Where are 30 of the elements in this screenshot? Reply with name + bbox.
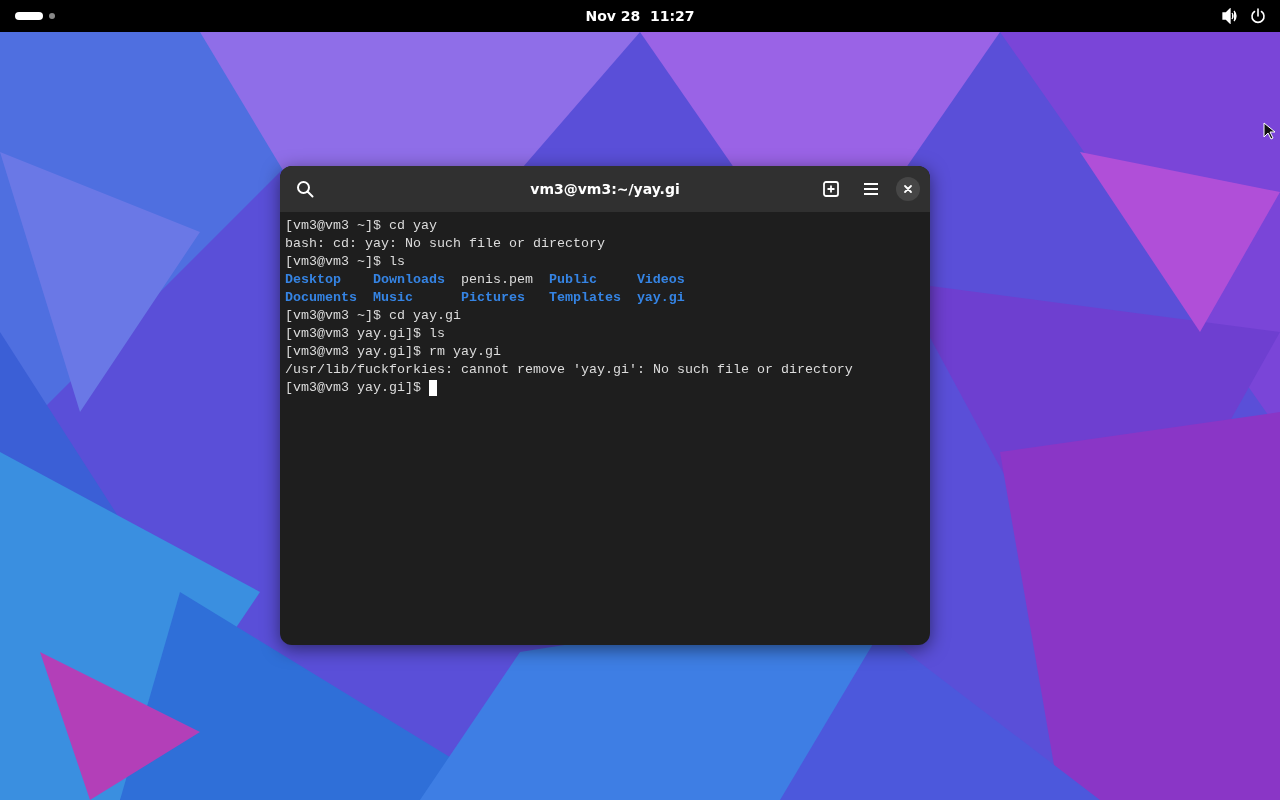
- terminal-line: bash: cd: yay: No such file or directory: [285, 235, 605, 253]
- terminal-line: [vm3@vm3 ~]$ cd yay: [285, 217, 437, 235]
- directory-name: Pictures: [460, 289, 526, 307]
- window-title: vm3@vm3:~/yay.gi: [530, 181, 680, 197]
- clock[interactable]: Nov 28 11:27: [585, 8, 695, 24]
- terminal-line: [vm3@vm3 ~]$ ls: [285, 253, 405, 271]
- search-icon: [296, 180, 314, 198]
- directory-name: Downloads: [372, 271, 446, 289]
- workspace-indicator[interactable]: [49, 13, 55, 19]
- menu-icon: [862, 180, 880, 198]
- mouse-pointer-icon: [1263, 122, 1275, 140]
- close-button[interactable]: [896, 177, 920, 201]
- speaker-icon[interactable]: [1222, 8, 1238, 24]
- terminal-line: [vm3@vm3 yay.gi]$ rm yay.gi: [285, 343, 501, 361]
- terminal-prompt: [vm3@vm3 yay.gi]$: [285, 379, 422, 397]
- directory-name: Music: [372, 289, 414, 307]
- terminal-line: [vm3@vm3 yay.gi]$ ls: [285, 325, 445, 343]
- plus-square-icon: [822, 180, 840, 198]
- directory-name: Templates: [548, 289, 622, 307]
- power-icon[interactable]: [1250, 8, 1266, 24]
- file-name: penis.pem: [460, 271, 534, 289]
- close-icon: [903, 184, 913, 194]
- terminal-line: [vm3@vm3 ~]$ cd yay.gi: [285, 307, 461, 325]
- directory-name: Desktop: [285, 271, 342, 289]
- directory-name: Public: [548, 271, 598, 289]
- directory-name: yay.gi: [636, 289, 685, 307]
- terminal-line: /usr/lib/fuckforkies: cannot remove 'yay.gi': No such file or directory: [285, 361, 853, 379]
- workspace-indicator[interactable]: [15, 12, 43, 20]
- directory-name: Videos: [636, 271, 685, 289]
- directory-name: Documents: [285, 289, 358, 307]
